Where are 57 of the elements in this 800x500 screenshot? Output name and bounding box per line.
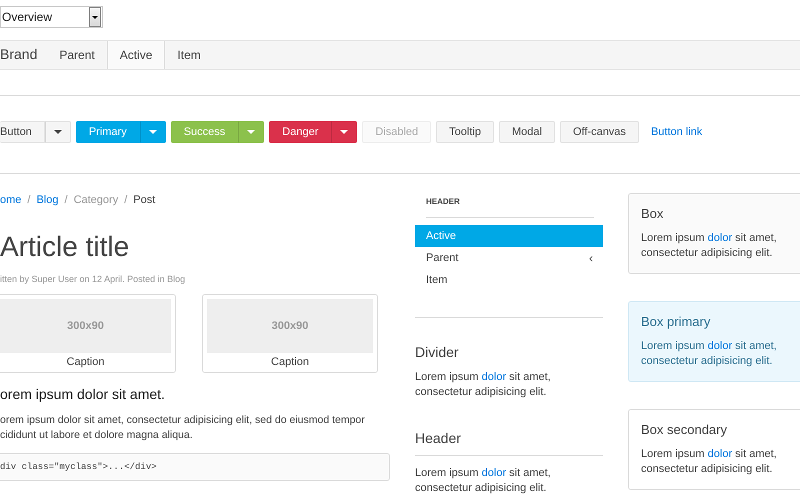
caret-icon (247, 130, 256, 134)
dropdown-toggle[interactable] (140, 121, 166, 143)
section-title: Header (415, 430, 603, 456)
sidebar-item[interactable]: Item (415, 269, 603, 291)
breadcrumb-item: Category (74, 194, 118, 206)
paragraph: Lorem ipsum dolor sit amet, consectetur adipisicing elit. (641, 231, 778, 261)
caret-icon (340, 130, 348, 134)
caret-icon (148, 130, 157, 134)
sidebar-item[interactable]: Active (415, 225, 603, 247)
dropdown-select[interactable]: Overview (0, 6, 103, 28)
breadcrumb-separator: / (27, 194, 30, 206)
paragraph: Lorem ipsum dolor sit amet, consectetur adipisicing elit. (641, 447, 778, 477)
text-link[interactable]: dolor (708, 448, 732, 460)
breadcrumb-item[interactable]: ome (0, 194, 22, 206)
caption: Caption (270, 356, 310, 368)
text-link[interactable]: dolor (708, 232, 732, 244)
paragraph-line: orem ipsum dolor sit amet, consectetur adipisicing elit, sed do eiusmod tempor (0, 413, 366, 428)
text-link[interactable]: dolor (482, 467, 506, 479)
button[interactable]: Danger (269, 121, 332, 143)
article-meta: itten by Super User on 12 April. Posted in Blog (0, 274, 186, 284)
dropdown-toggle[interactable] (331, 121, 358, 143)
paragraph: Lorem ipsum dolor sit amet, consectetur adipisicing elit. (415, 370, 552, 400)
button-link[interactable]: Button link (644, 126, 710, 138)
caption: Caption (66, 356, 106, 368)
text-link[interactable]: dolor (482, 371, 506, 383)
paragraph: Lorem ipsum dolor sit amet, consectetur adipisicing elit. (415, 466, 552, 496)
breadcrumb-item: Post (133, 194, 156, 206)
lead-text: orem ipsum dolor sit amet. (0, 386, 166, 402)
paragraph-line: cididunt ut labore et dolore magna aliqua. (0, 428, 194, 443)
breadcrumb-item[interactable]: Blog (36, 194, 58, 206)
breadcrumb-separator: / (124, 194, 128, 206)
nav-header: HEADER (426, 197, 594, 218)
article-title: Article title (0, 230, 130, 264)
dropdown-toggle[interactable] (238, 121, 264, 143)
caret-icon (92, 16, 98, 18)
button[interactable]: Primary (76, 121, 140, 143)
breadcrumb-separator: / (64, 194, 68, 206)
nav-link[interactable]: Active (106, 41, 166, 69)
text-link[interactable]: dolor (708, 340, 732, 352)
sidebar-item[interactable]: Parent ‹ (415, 247, 603, 269)
brand-link[interactable]: Brand (0, 38, 48, 69)
button[interactable]: Button (0, 121, 45, 143)
button[interactable]: Tooltip (436, 121, 494, 143)
paragraph: Lorem ipsum dolor sit amet, consectetur adipisicing elit. (641, 339, 778, 369)
box-title: Box secondary (641, 422, 728, 437)
box-title: Box primary (641, 314, 712, 329)
button[interactable]: Modal (498, 121, 555, 143)
box-title: Box (641, 206, 664, 221)
placeholder-label: 300x90 (67, 320, 104, 332)
nav-link[interactable]: Item (165, 41, 213, 69)
placeholder-label: 300x90 (272, 320, 308, 332)
button[interactable]: Off-canvas (560, 121, 639, 143)
nav-link[interactable]: Parent (47, 41, 107, 69)
caret-icon (54, 130, 62, 134)
code-block: div class="myclass">...</div> (0, 453, 390, 481)
chevron-icon: ‹ (589, 251, 593, 265)
section-title: Divider (415, 344, 460, 360)
